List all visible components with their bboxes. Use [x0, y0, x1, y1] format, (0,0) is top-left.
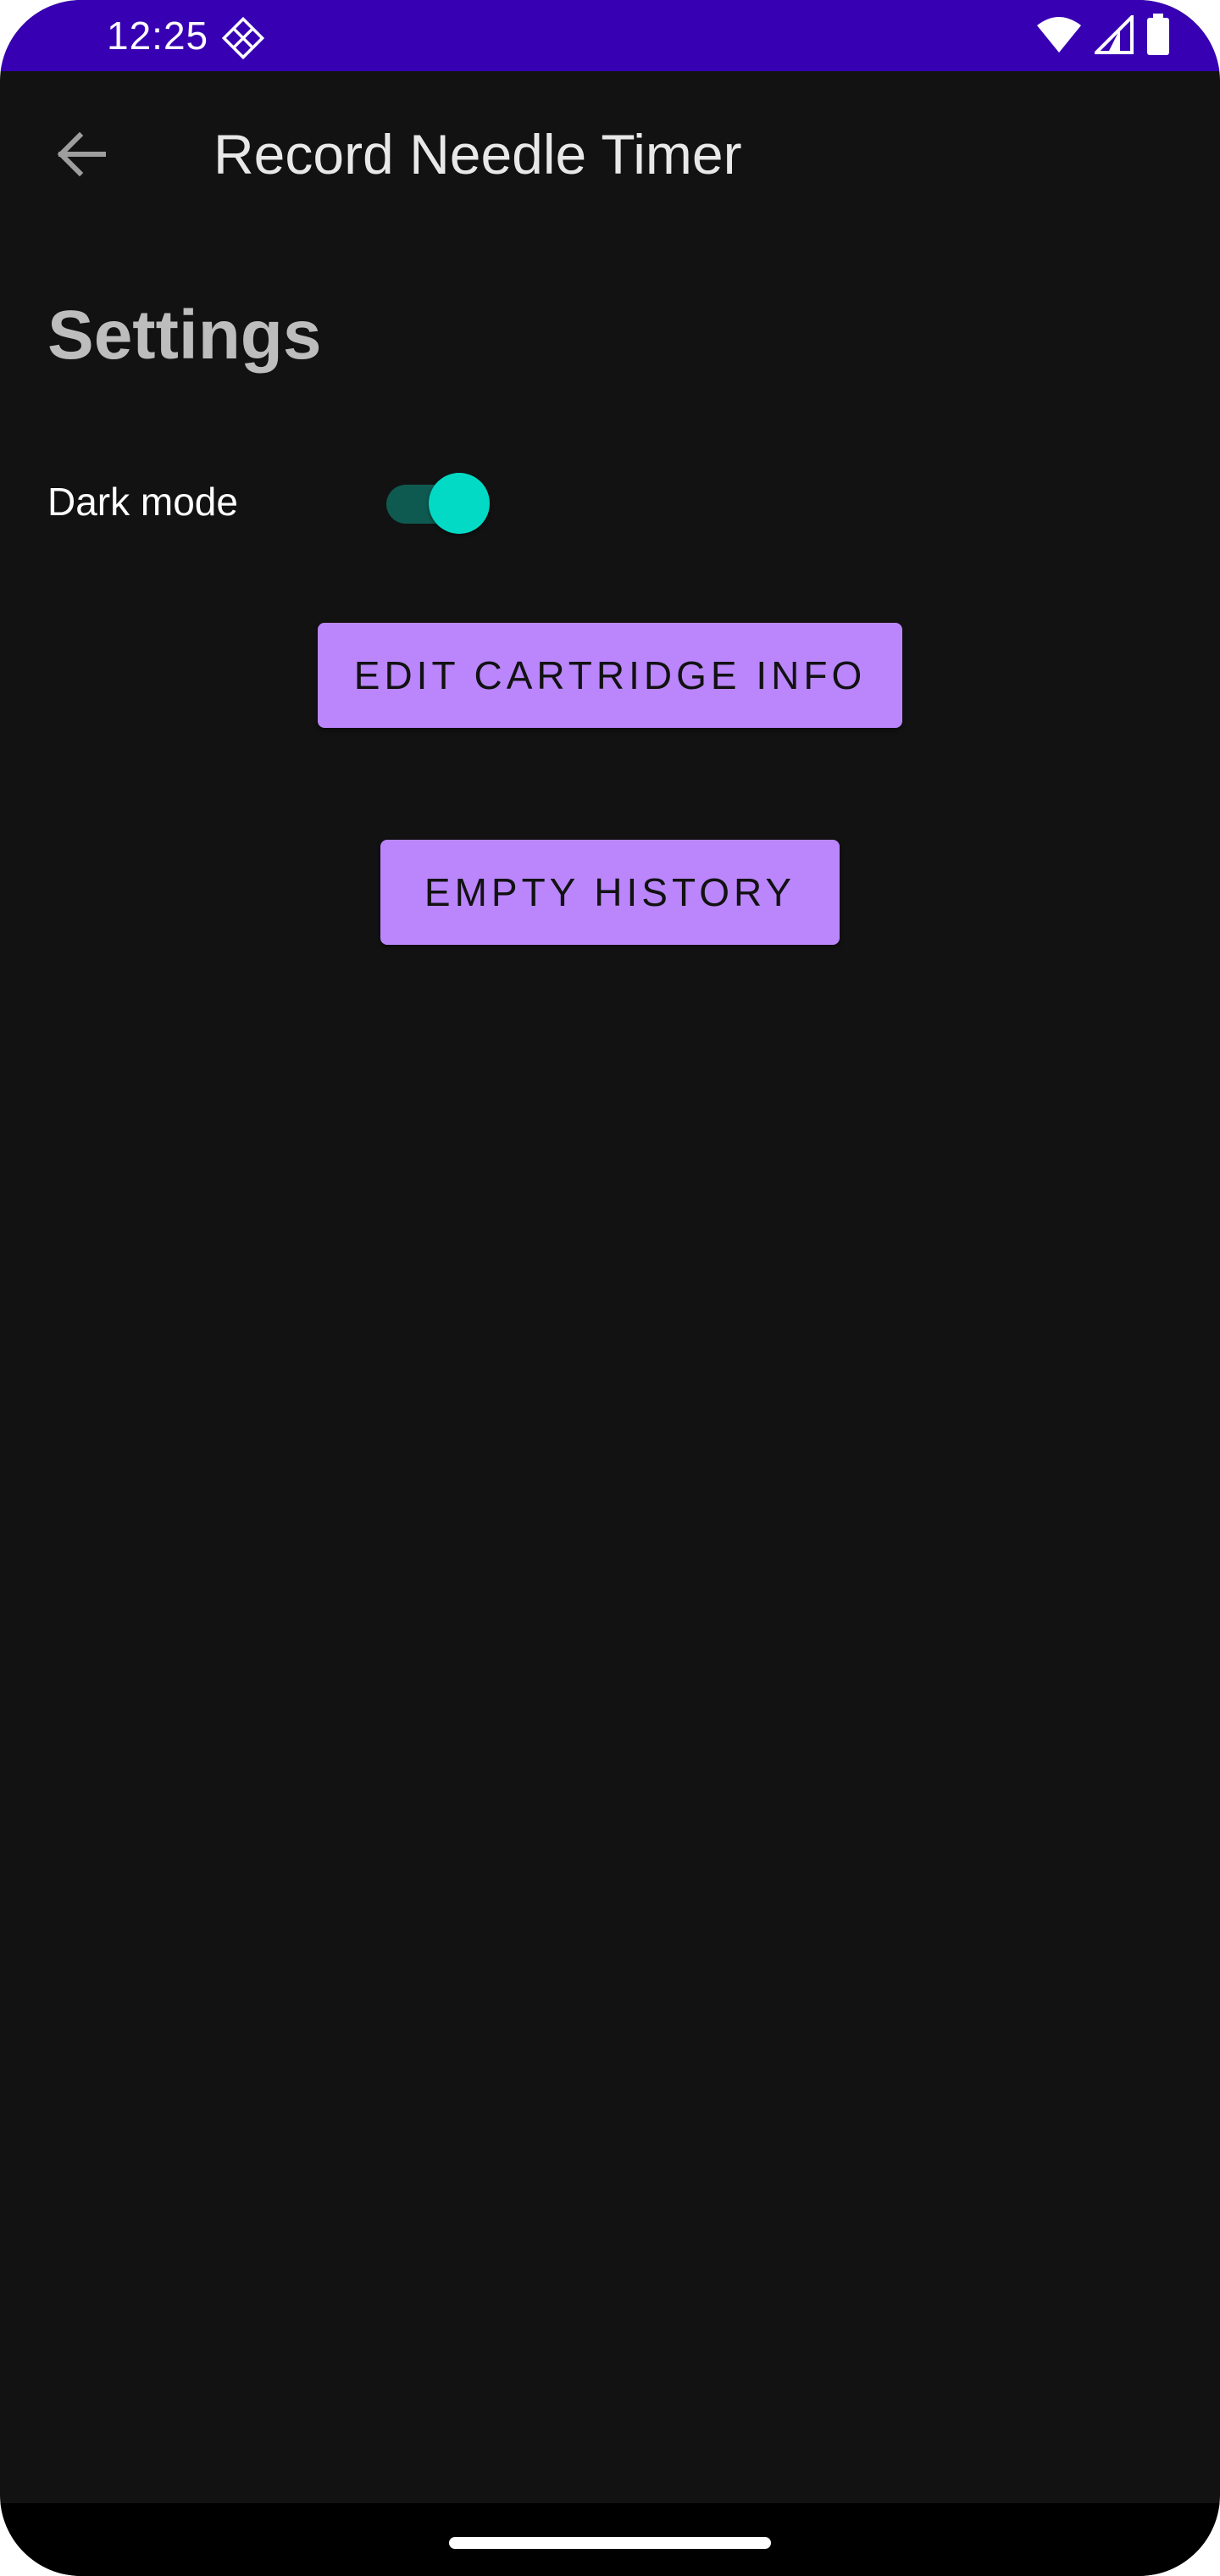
- navigation-bar: [0, 2503, 1220, 2576]
- empty-history-button[interactable]: EMPTY HISTORY: [380, 840, 840, 945]
- diamond-grid-icon: [221, 16, 265, 60]
- back-button[interactable]: [47, 122, 115, 190]
- wifi-icon: [1035, 15, 1083, 58]
- dark-mode-row: Dark mode: [47, 464, 522, 539]
- edit-cartridge-info-button[interactable]: EDIT CARTRIDGE INFO: [318, 623, 902, 728]
- top-app-bar: Record Needle Timer: [0, 71, 1220, 241]
- switch-thumb: [429, 473, 490, 534]
- arrow-back-icon: [54, 127, 108, 186]
- status-time: 12:25: [107, 14, 209, 58]
- battery-icon: [1145, 13, 1171, 60]
- settings-title: Settings: [47, 297, 322, 374]
- app-title: Record Needle Timer: [214, 123, 742, 186]
- status-bar: 12:25: [0, 0, 1220, 71]
- cell-signal-icon: [1092, 12, 1134, 58]
- app-screen: 12:25 Record Needle Timer Settings Dark …: [0, 0, 1220, 2576]
- dark-mode-label: Dark mode: [47, 480, 238, 524]
- dark-mode-switch[interactable]: [381, 464, 491, 539]
- home-gesture-handle[interactable]: [449, 2537, 771, 2549]
- status-icons: [1035, 12, 1171, 60]
